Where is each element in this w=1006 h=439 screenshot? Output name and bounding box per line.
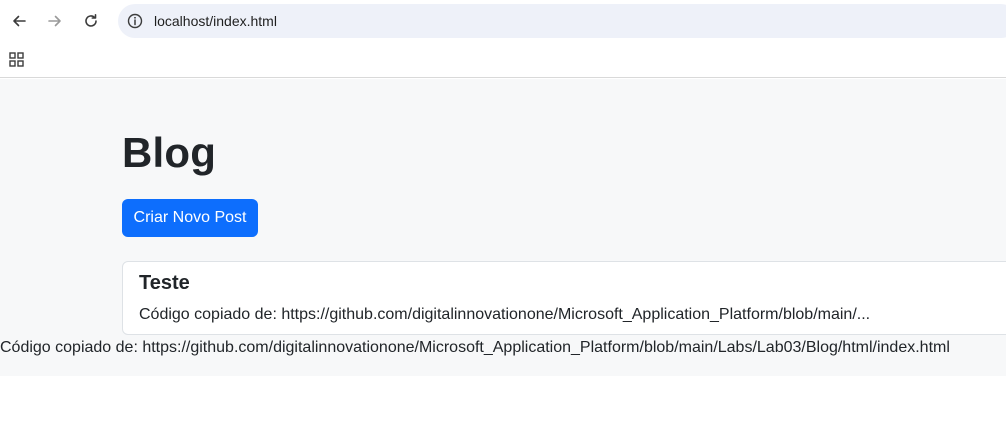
url-text[interactable]: localhost/index.html (154, 13, 277, 29)
address-bar[interactable]: localhost/index.html (118, 4, 1006, 38)
bookmarks-bar (0, 42, 1006, 78)
post-excerpt: Código copiado de: https://github.com/di… (139, 306, 871, 323)
reload-button[interactable] (78, 7, 104, 35)
reload-icon (85, 14, 97, 27)
browser-toolbar: localhost/index.html (0, 0, 1006, 42)
post-title: Teste (139, 272, 190, 294)
back-button[interactable] (6, 7, 32, 35)
site-info-icon[interactable] (126, 12, 144, 30)
page-content: Blog Criar Novo Post Teste Código copiad… (0, 79, 1006, 376)
page-title: Blog (122, 129, 217, 176)
forward-button[interactable] (42, 7, 68, 35)
apps-grid-icon[interactable] (8, 51, 26, 69)
post-card[interactable]: Teste Código copiado de: https://github.… (122, 261, 1006, 335)
new-post-button[interactable]: Criar Novo Post (122, 199, 258, 237)
arrow-right-icon (48, 15, 61, 27)
footer-text: Código copiado de: https://github.com/di… (0, 339, 950, 356)
arrow-left-icon (13, 15, 26, 27)
